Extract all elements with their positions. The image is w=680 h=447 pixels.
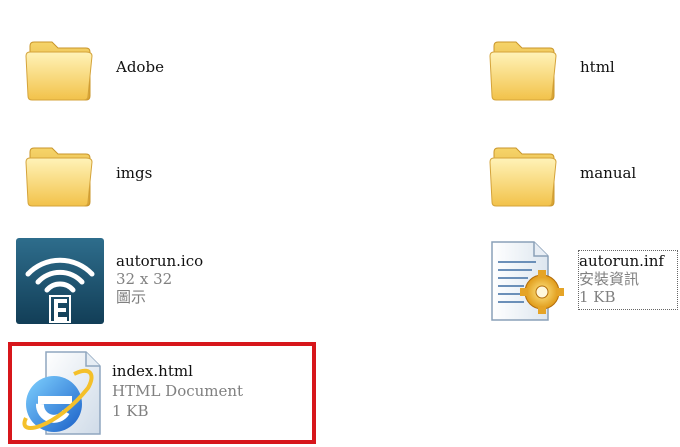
setup-info-icon: [491, 241, 564, 321]
internet-explorer-icon: [22, 351, 101, 435]
folder-item-manual[interactable]: manual: [482, 134, 677, 214]
file-name: Adobe: [116, 58, 164, 76]
file-name: autorun.ico: [116, 252, 204, 270]
folder-icon: [25, 41, 93, 101]
file-item-autorun-inf[interactable]: autorun.inf 安裝資訊 1 KB: [482, 236, 680, 326]
file-name: imgs: [116, 164, 153, 182]
folder-icon: [489, 147, 557, 207]
file-type: HTML Document: [112, 382, 244, 400]
folder-icon: [489, 41, 557, 101]
file-dimensions: 32 x 32: [116, 270, 173, 288]
folder-item-html[interactable]: html: [482, 28, 677, 108]
wireless-e-icon: [16, 238, 104, 324]
file-name: index.html: [112, 362, 193, 380]
file-type: 圖示: [116, 288, 147, 306]
file-list-pane: Adobe html imgs manual autorun.ico 32 x …: [0, 0, 680, 447]
folder-item-adobe[interactable]: Adobe: [18, 28, 218, 108]
folder-icon: [25, 147, 93, 207]
file-name: html: [580, 58, 615, 76]
file-size: 1 KB: [579, 288, 616, 306]
file-name: manual: [580, 164, 637, 182]
folder-item-imgs[interactable]: imgs: [18, 134, 218, 214]
file-item-index-html[interactable]: index.html HTML Document 1 KB: [8, 342, 316, 446]
file-size: 1 KB: [112, 402, 149, 420]
file-name: autorun.inf: [579, 252, 664, 270]
file-type: 安裝資訊: [579, 270, 640, 288]
file-item-autorun-ico[interactable]: autorun.ico 32 x 32 圖示: [14, 236, 224, 326]
